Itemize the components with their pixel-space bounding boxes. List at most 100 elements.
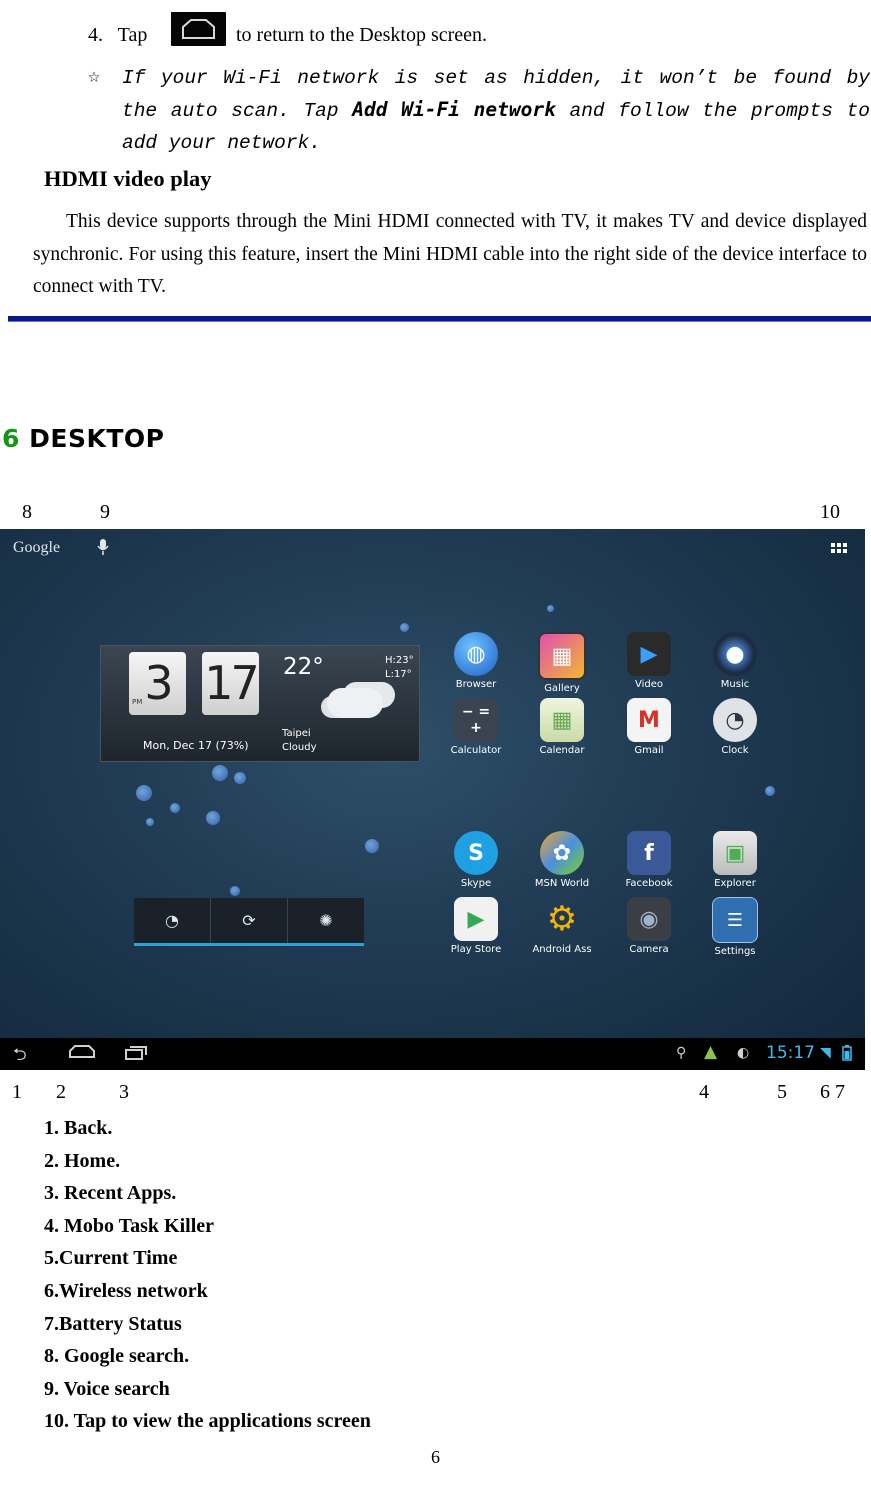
clock-weather-widget[interactable]: 3 PM 17 22° H:23° L:17° Mon, Dec 17 (73%… (100, 645, 420, 762)
callout-1: 1 (12, 1081, 22, 1103)
sync-toggle-icon[interactable]: ⟳ (211, 898, 288, 943)
app-camera[interactable]: ◉ Camera (614, 897, 684, 955)
callout-6-7: 6 7 (820, 1081, 845, 1103)
wifi-toggle-icon[interactable]: ◔ (134, 898, 211, 943)
app-skype[interactable]: S Skype (441, 831, 511, 889)
clock-ampm: PM (132, 698, 143, 706)
legend-item: 4. Mobo Task Killer (44, 1214, 215, 1237)
wallpaper-bubble (136, 785, 152, 801)
recent-apps-icon[interactable] (124, 1044, 148, 1065)
task-killer-icon[interactable]: ◐ (737, 1045, 749, 1061)
app-label: Browser (455, 679, 497, 690)
app-play-store[interactable]: ▶ Play Store (441, 897, 511, 955)
app-facebook[interactable]: f Facebook (614, 831, 684, 889)
android-icon[interactable]: ▲ (704, 1042, 717, 1062)
app-video[interactable]: ▶ Video (614, 632, 684, 690)
high-low-temperature: H:23° L:17° (385, 654, 414, 682)
date-battery: Mon, Dec 17 (73%) (143, 739, 249, 752)
app-music[interactable]: ● Music (700, 632, 770, 690)
legend-item: 5.Current Time (44, 1247, 178, 1270)
gallery-icon: ▦ (538, 632, 586, 680)
app-label: Android Ass (532, 944, 592, 955)
legend-item: 9. Voice search (44, 1377, 170, 1400)
app-calculator[interactable]: − = + Calculator (441, 698, 511, 756)
callout-8: 8 (22, 501, 32, 523)
back-icon[interactable]: ⮌ (13, 1042, 27, 1070)
wallpaper-bubble (230, 886, 240, 896)
wifi-signal-icon: ◥ (820, 1045, 831, 1061)
app-label: Clock (721, 745, 749, 756)
legend-item: 2. Home. (44, 1149, 121, 1172)
brightness-toggle-icon[interactable]: ✺ (288, 898, 364, 943)
clapperboard-icon: ▶ (627, 632, 671, 676)
system-navigation-bar: ⮌ ⚲ ▲ ◐ 15:17 ◥ (0, 1038, 865, 1070)
gmail-icon: M (627, 698, 671, 742)
hdmi-heading: HDMI video play (44, 166, 212, 191)
step-4: 4. Tap (88, 24, 147, 47)
speaker-icon: ● (713, 632, 757, 676)
step-text: Tap (117, 24, 148, 46)
app-calendar[interactable]: ▦ Calendar (527, 698, 597, 756)
callout-4: 4 (699, 1081, 709, 1103)
wallpaper-bubble (365, 839, 379, 853)
facebook-icon: f (627, 831, 671, 875)
msn-butterfly-icon: ✿ (540, 831, 584, 875)
usb-icon: ⚲ (676, 1045, 687, 1061)
wallpaper-bubble (170, 803, 180, 813)
power-control-widget: ◔ ⟳ ✺ (134, 898, 364, 946)
section-divider (8, 316, 871, 322)
legend-item: 3. Recent Apps. (44, 1182, 177, 1205)
city-name: Taipei (282, 728, 311, 739)
app-browser[interactable]: ◍ Browser (441, 632, 511, 690)
all-apps-icon[interactable] (831, 543, 849, 555)
hdmi-paragraph: This device supports through the Mini HD… (33, 211, 867, 297)
app-label: Facebook (625, 878, 673, 889)
app-explorer[interactable]: ▣ Explorer (700, 831, 770, 889)
weather-location: Taipei Cloudy (282, 727, 316, 755)
callout-2: 2 (56, 1081, 66, 1103)
legend-item: 6.Wireless network (44, 1279, 208, 1302)
status-time: 15:17 (766, 1043, 815, 1063)
wallpaper-bubble (765, 786, 775, 796)
cloud-icon (327, 688, 383, 718)
app-clock[interactable]: ◔ Clock (700, 698, 770, 756)
app-label: Calendar (539, 745, 585, 756)
app-label: Gallery (544, 683, 580, 694)
explorer-box-icon: ▣ (713, 831, 757, 875)
play-store-bag-icon: ▶ (454, 897, 498, 941)
clock-minute: 17 (202, 652, 260, 715)
app-settings[interactable]: ☰ Settings (700, 897, 770, 957)
wallpaper-bubble (234, 772, 246, 784)
note-emphasis: Add Wi-Fi network (352, 98, 556, 121)
wallpaper-bubble (400, 623, 409, 632)
temperature: 22° (283, 654, 324, 680)
app-label: MSN World (534, 878, 590, 889)
section-name: DESKTOP (29, 424, 165, 453)
battery-icon (842, 1045, 852, 1066)
wallpaper-bubble (547, 605, 554, 612)
app-label: Gmail (634, 745, 664, 756)
callout-9: 9 (100, 501, 110, 523)
app-label: Skype (460, 878, 492, 889)
google-search-logo[interactable]: Google (13, 539, 60, 557)
app-android-assistant[interactable]: ⚙ Android Ass (527, 897, 597, 955)
app-gmail[interactable]: M Gmail (614, 698, 684, 756)
app-msn-world[interactable]: ✿ MSN World (527, 831, 597, 889)
callout-3: 3 (119, 1081, 129, 1103)
wallpaper-bubble (206, 811, 220, 825)
step-number: 4. (88, 24, 103, 46)
legend-item: 10. Tap to view the applications screen (44, 1410, 371, 1433)
wallpaper-bubble (212, 765, 228, 781)
app-label: Settings (714, 946, 756, 957)
app-gallery[interactable]: ▦ Gallery (527, 632, 597, 694)
desktop-screenshot: Google 3 PM 17 22° H:23° L:17° Mon, Dec … (0, 529, 865, 1070)
app-label: Play Store (450, 944, 502, 955)
app-label: Calculator (450, 745, 502, 756)
microphone-icon[interactable] (96, 538, 110, 561)
home-nav-icon[interactable] (68, 1043, 96, 1064)
high-temperature: H:23° (385, 655, 414, 666)
weather-condition: Cloudy (282, 742, 317, 753)
callout-5: 5 (777, 1081, 787, 1103)
globe-icon: ◍ (454, 632, 498, 676)
clock-icon: ◔ (713, 698, 757, 742)
